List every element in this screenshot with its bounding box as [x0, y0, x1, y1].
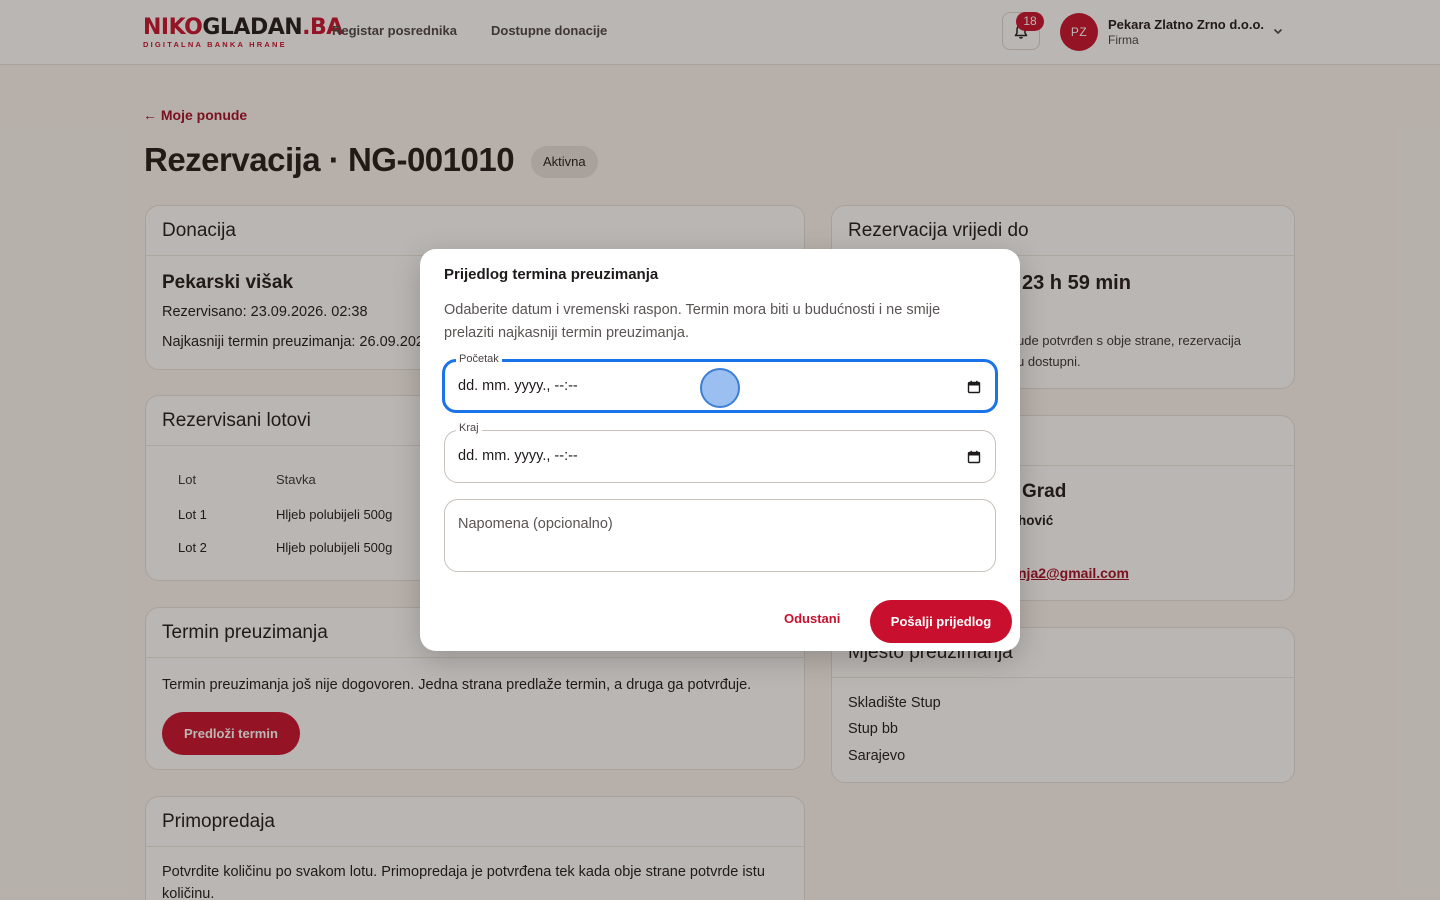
calendar-icon[interactable] [967, 450, 981, 464]
calendar-icon[interactable] [967, 380, 981, 394]
note-placeholder: Napomena (opcionalno) [458, 516, 613, 532]
dialog-title: Prijedlog termina preuzimanja [444, 266, 659, 283]
pointer-cursor [700, 368, 740, 408]
end-field-label: Kraj [456, 421, 482, 435]
end-datetime-input[interactable]: Kraj dd. mm. yyyy., --:-- [444, 421, 996, 483]
start-field-value: dd. mm. yyyy., --:-- [458, 378, 578, 394]
cancel-button[interactable]: Odustani [784, 611, 840, 626]
propose-term-dialog: Prijedlog termina preuzimanja Odaberite … [420, 249, 1020, 651]
note-textarea[interactable]: Napomena (opcionalno) [444, 499, 996, 572]
start-field-label: Početak [456, 352, 502, 366]
send-proposal-button[interactable]: Pošalji prijedlog [870, 600, 1012, 643]
dialog-description: Odaberite datum i vremenski raspon. Term… [444, 302, 941, 341]
end-field-value: dd. mm. yyyy., --:-- [458, 448, 578, 464]
